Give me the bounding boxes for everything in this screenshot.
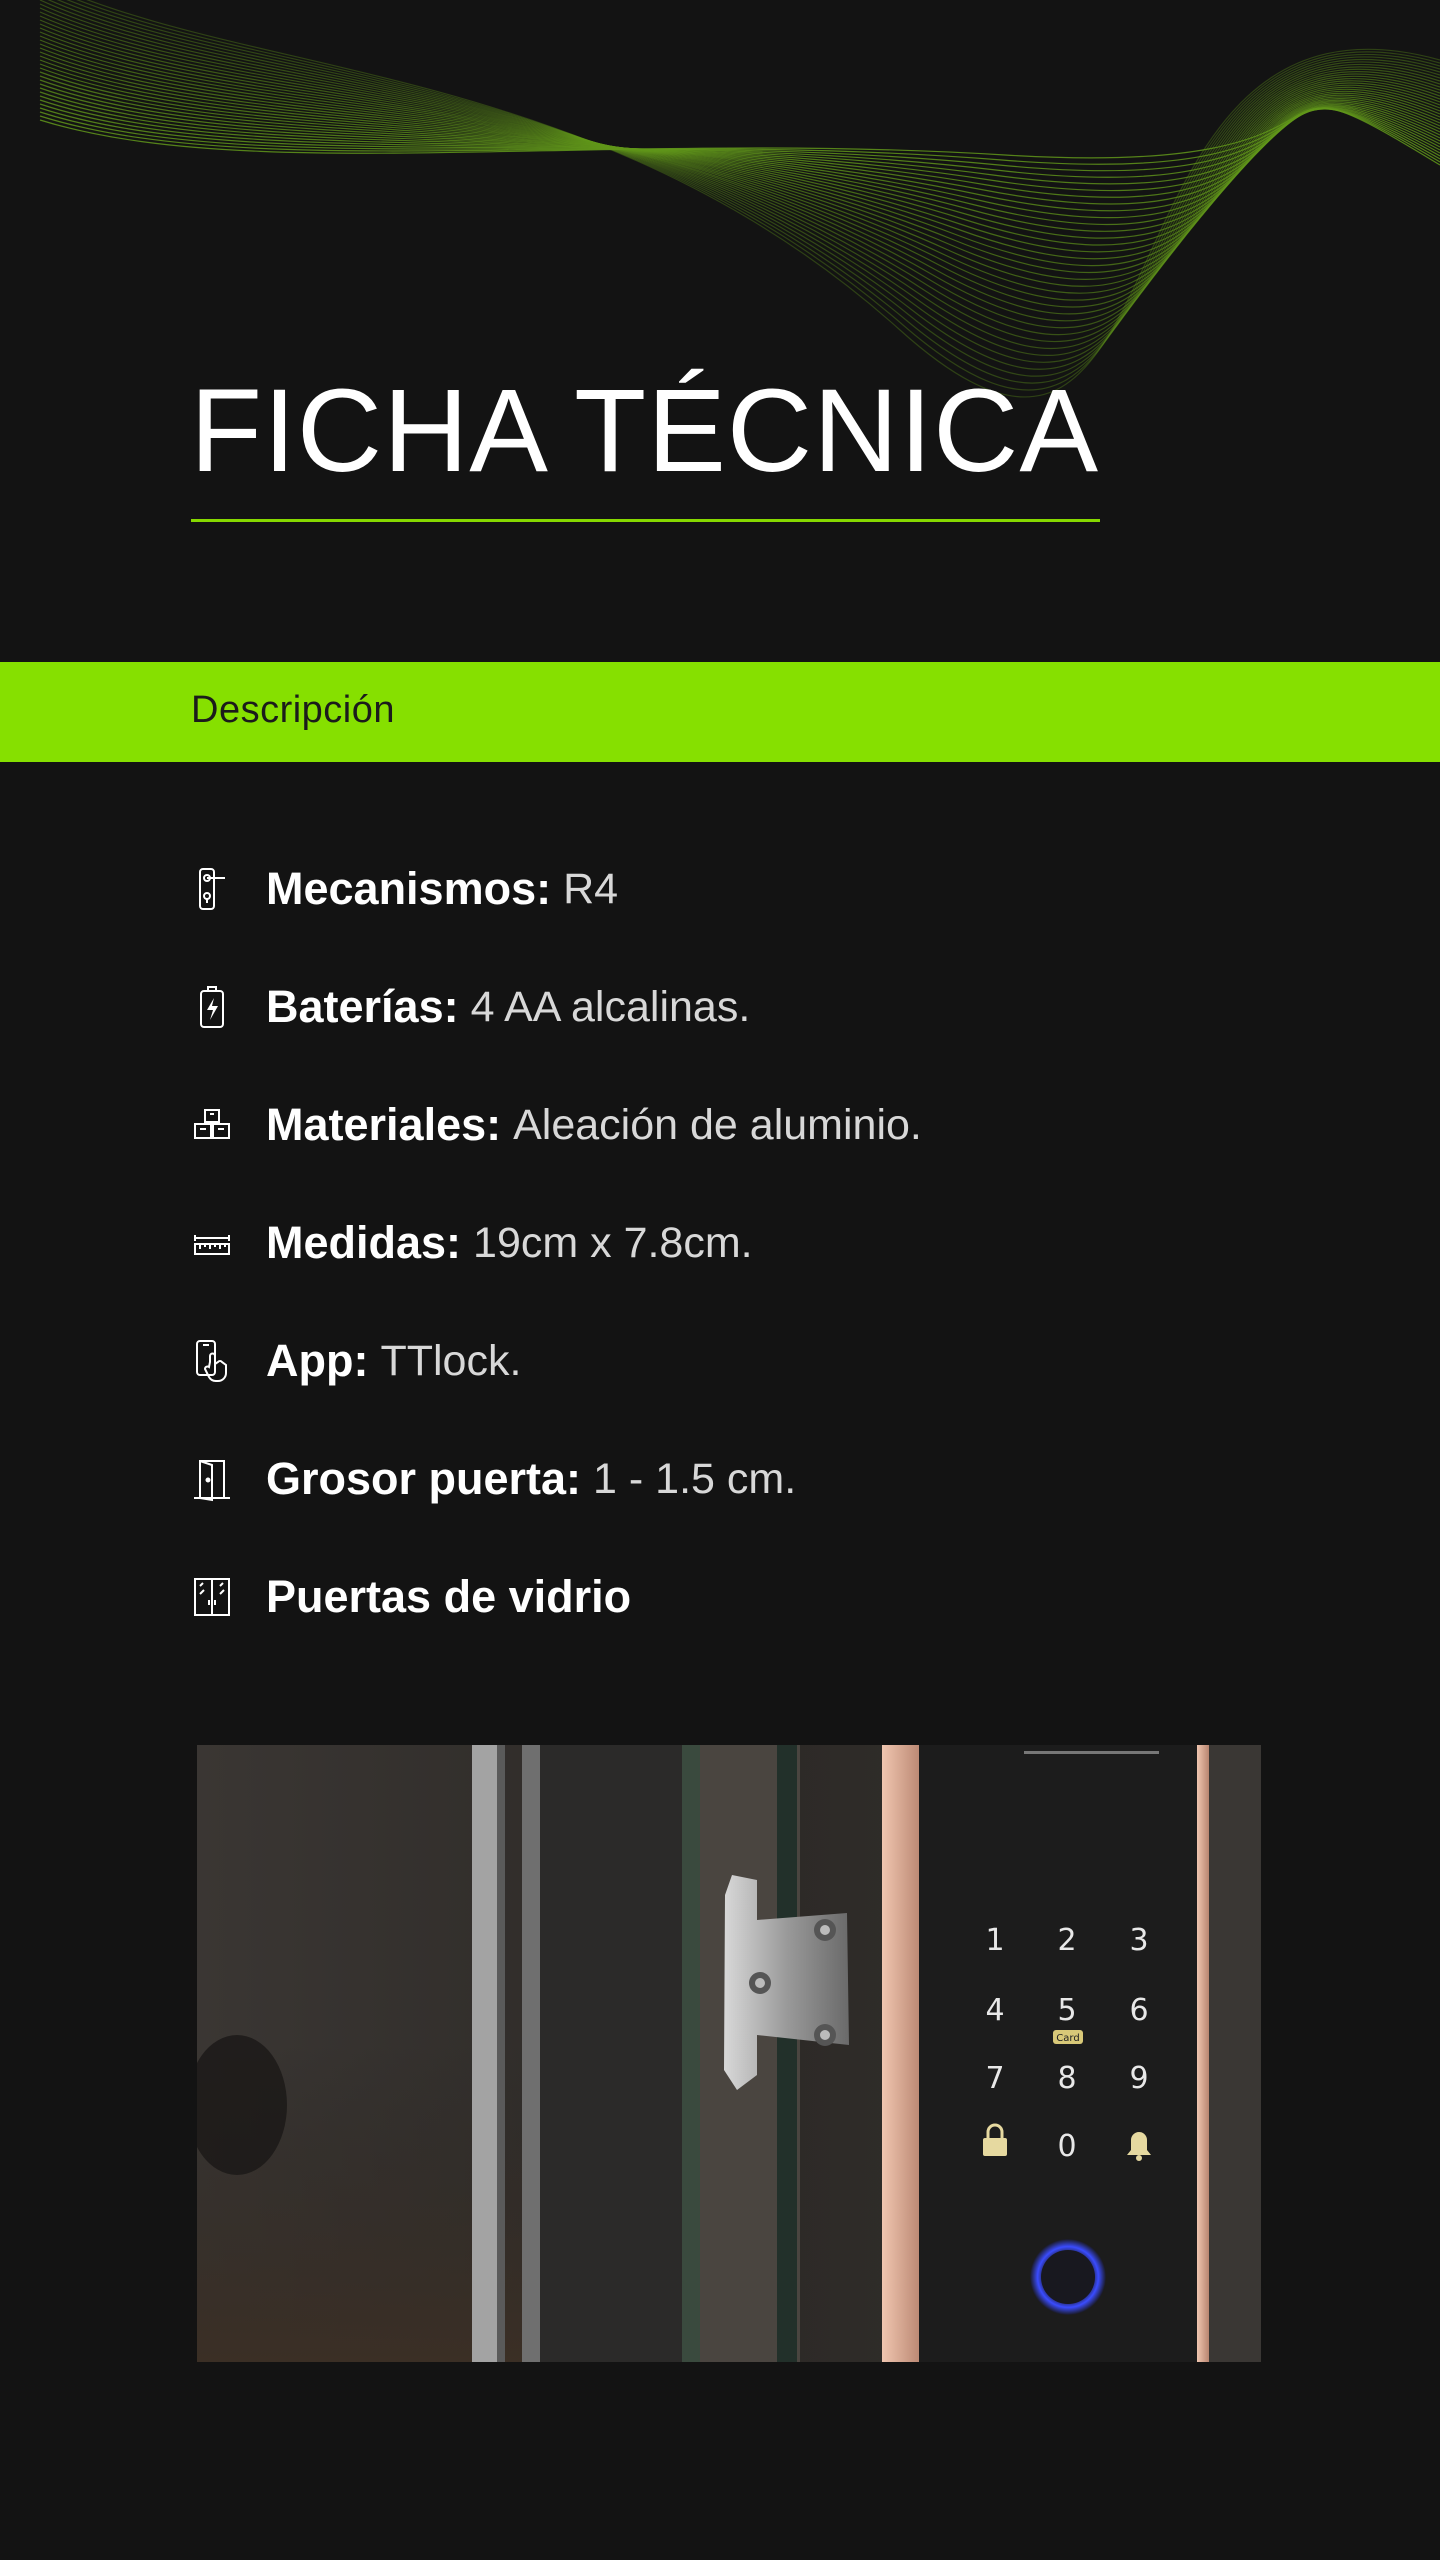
- spec-label: Materiales:: [266, 1099, 502, 1150]
- keypad-key: 4: [985, 1993, 1004, 2028]
- spec-label: Medidas:: [266, 1217, 462, 1268]
- title-underline: [191, 519, 1100, 522]
- spec-label: Grosor puerta:: [266, 1453, 582, 1504]
- spec-value: TTlock.: [380, 1336, 522, 1385]
- spec-item-puertas-vidrio: Puertas de vidrio: [190, 1562, 643, 1632]
- keypad-key: 8: [1057, 2061, 1076, 2096]
- spec-value: Aleación de aluminio.: [513, 1100, 922, 1149]
- smart-lock-illustration: 1 2 3 4 5 6 7 8 9 0 Card: [197, 1745, 1261, 2362]
- keypad-key: 7: [985, 2061, 1004, 2096]
- keypad-key: 5: [1057, 1993, 1076, 2028]
- keypad-key: 0: [1057, 2129, 1076, 2164]
- spec-value: R4: [563, 864, 619, 913]
- door-handle-icon: [190, 864, 234, 914]
- card-label: Card: [1056, 2033, 1079, 2044]
- spec-item-materiales: Materiales: Aleación de aluminio.: [190, 1090, 922, 1160]
- spec-label: Baterías:: [266, 981, 459, 1032]
- spec-item-medidas: Medidas: 19cm x 7.8cm.: [190, 1208, 753, 1278]
- product-photo: 1 2 3 4 5 6 7 8 9 0 Card: [197, 1745, 1261, 2362]
- section-label: Descripción: [191, 689, 396, 731]
- keypad-key: 6: [1129, 1993, 1148, 2028]
- section-band: Descripción: [0, 662, 1440, 762]
- door-icon: [190, 1454, 234, 1504]
- keypad-key: 2: [1057, 1923, 1076, 1958]
- spec-item-app: App: TTlock.: [190, 1326, 521, 1396]
- spec-item-baterias: Baterías: 4 AA alcalinas.: [190, 972, 750, 1042]
- battery-icon: [190, 982, 234, 1032]
- glass-doors-icon: [190, 1572, 234, 1622]
- spec-value: 1 - 1.5 cm.: [593, 1454, 797, 1503]
- spec-value: 19cm x 7.8cm.: [473, 1218, 753, 1267]
- keypad-key: 1: [985, 1923, 1004, 1958]
- spec-label: App:: [266, 1335, 369, 1386]
- spec-value: 4 AA alcalinas.: [470, 982, 751, 1031]
- spec-item-grosor: Grosor puerta: 1 - 1.5 cm.: [190, 1444, 796, 1514]
- keypad-key: 3: [1129, 1923, 1148, 1958]
- spec-item-mecanismos: Mecanismos: R4: [190, 854, 618, 924]
- boxes-icon: [190, 1100, 234, 1150]
- page-title: FICHA TÉCNICA: [190, 365, 1100, 497]
- phone-touch-icon: [190, 1336, 234, 1386]
- keypad-key: 9: [1129, 2061, 1148, 2096]
- ruler-icon: [190, 1218, 234, 1268]
- wave-line: [86, 0, 1440, 398]
- spec-label: Puertas de vidrio: [266, 1571, 632, 1622]
- spec-label: Mecanismos:: [266, 863, 552, 914]
